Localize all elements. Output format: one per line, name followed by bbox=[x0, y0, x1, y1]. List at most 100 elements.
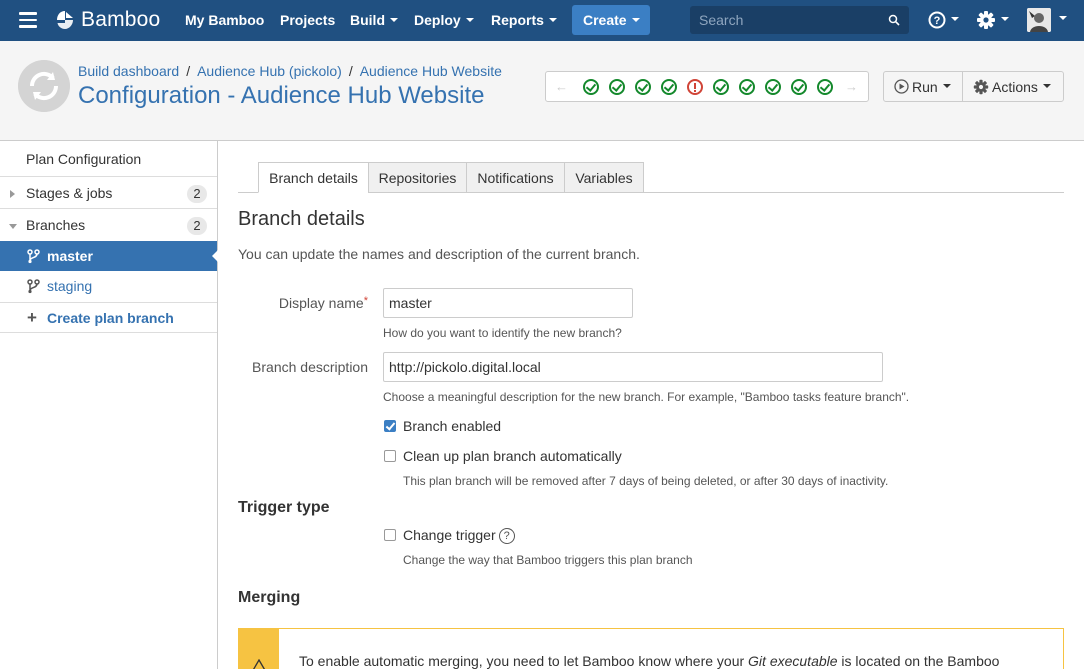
display-name-label: Display name* bbox=[279, 295, 368, 311]
build-success-icon[interactable] bbox=[713, 79, 729, 95]
warning-text-part: is located on the Bamboo bbox=[837, 653, 1000, 669]
branch-enabled-label[interactable]: Branch enabled bbox=[403, 418, 501, 434]
gear-icon bbox=[977, 11, 995, 29]
tab-label: Branch details bbox=[269, 170, 358, 186]
branch-description-field[interactable] bbox=[383, 352, 883, 382]
create-label: Create bbox=[583, 12, 627, 28]
search-icon[interactable] bbox=[888, 14, 900, 26]
chevron-down-icon bbox=[548, 18, 557, 23]
breadcrumb: Build dashboard / Audience Hub (pickolo) / A… bbox=[78, 63, 502, 79]
chevron-down-icon bbox=[1001, 17, 1009, 21]
nav-label: Deploy bbox=[414, 12, 461, 28]
field-label-text: Display name bbox=[278, 295, 364, 311]
page-title: Configuration - Audience Hub Website bbox=[78, 82, 485, 109]
change-trigger-hint: Change the way that Bamboo triggers this… bbox=[403, 553, 693, 567]
cleanup-label[interactable]: Clean up plan branch automatically bbox=[403, 448, 622, 464]
nav-reports[interactable]: Reports bbox=[491, 12, 557, 28]
build-success-icon[interactable] bbox=[817, 79, 833, 95]
count-badge: 2 bbox=[187, 217, 207, 235]
sidebar-item-label: Plan Configuration bbox=[26, 151, 142, 167]
sidebar-branch-master[interactable]: master bbox=[0, 241, 218, 271]
search-input[interactable] bbox=[690, 6, 909, 34]
previous-build-arrow-icon[interactable]: ← bbox=[555, 79, 568, 94]
create-plan-branch-link[interactable]: + Create plan branch bbox=[0, 302, 217, 333]
chevron-down-icon bbox=[465, 18, 474, 23]
page-header: Build dashboard / Audience Hub (pickolo) / A… bbox=[0, 41, 1084, 141]
breadcrumb-plan[interactable]: Audience Hub Website bbox=[360, 63, 502, 79]
plus-icon: + bbox=[27, 308, 37, 327]
nav-label: My Bamboo bbox=[185, 12, 265, 28]
run-button[interactable]: Run bbox=[883, 71, 963, 102]
warning-icon bbox=[252, 659, 266, 669]
actions-button[interactable]: Actions bbox=[962, 71, 1064, 102]
branch-enabled-checkbox[interactable] bbox=[384, 420, 396, 432]
settings-menu[interactable] bbox=[976, 10, 1009, 30]
breadcrumb-build-dashboard[interactable]: Build dashboard bbox=[78, 63, 179, 79]
chevron-down-icon bbox=[1042, 83, 1051, 88]
nav-deploy[interactable]: Deploy bbox=[414, 12, 474, 28]
create-button[interactable]: Create bbox=[572, 5, 650, 35]
chevron-down-icon bbox=[942, 83, 951, 88]
nav-label: Reports bbox=[491, 12, 544, 28]
tab-label: Repositories bbox=[378, 170, 457, 186]
build-failed-icon[interactable] bbox=[687, 79, 703, 95]
top-navigation: Bamboo My Bamboo Projects Build Deploy R… bbox=[0, 0, 1084, 41]
build-success-icon[interactable] bbox=[791, 79, 807, 95]
change-trigger-label[interactable]: Change trigger bbox=[403, 527, 496, 543]
tab-label: Variables bbox=[575, 170, 633, 186]
tab-branch-details[interactable]: Branch details bbox=[258, 162, 369, 193]
sidebar-item-branches[interactable]: Branches 2 bbox=[0, 209, 217, 242]
nav-projects[interactable]: Projects bbox=[280, 12, 335, 28]
tab-label: Notifications bbox=[477, 170, 554, 186]
nav-build[interactable]: Build bbox=[350, 12, 398, 28]
avatar[interactable] bbox=[1027, 8, 1051, 32]
user-avatar-icon bbox=[1027, 8, 1051, 32]
help-icon: ? bbox=[928, 11, 946, 29]
build-success-icon[interactable] bbox=[583, 79, 599, 95]
next-build-arrow-icon[interactable]: → bbox=[845, 79, 858, 94]
expand-arrow-icon[interactable] bbox=[10, 190, 15, 198]
nav-my-bamboo[interactable]: My Bamboo bbox=[185, 12, 264, 28]
branch-icon bbox=[27, 249, 40, 264]
build-success-icon[interactable] bbox=[609, 79, 625, 95]
help-icon[interactable]: ? bbox=[498, 528, 515, 545]
collapse-arrow-icon[interactable] bbox=[9, 224, 17, 229]
bamboo-logo[interactable]: Bamboo bbox=[54, 8, 160, 32]
bamboo-logo-icon bbox=[57, 11, 73, 29]
tab-notifications[interactable]: Notifications bbox=[466, 162, 565, 193]
merging-title: Merging bbox=[238, 589, 301, 606]
count-badge: 2 bbox=[187, 185, 207, 203]
chevron-down-icon bbox=[951, 17, 959, 21]
build-success-icon[interactable] bbox=[661, 79, 677, 95]
sidebar-item-label: Stages & jobs bbox=[26, 185, 113, 201]
breadcrumb-project[interactable]: Audience Hub (pickolo) bbox=[197, 63, 342, 79]
sidebar-item-plan-configuration[interactable]: Plan Configuration bbox=[0, 143, 217, 176]
warning-bar bbox=[239, 629, 279, 669]
build-success-icon[interactable] bbox=[765, 79, 781, 95]
breadcrumb-separator: / bbox=[348, 63, 353, 79]
cleanup-checkbox[interactable] bbox=[384, 450, 396, 462]
plan-avatar-icon bbox=[18, 60, 70, 112]
help-menu[interactable]: ? bbox=[928, 11, 959, 29]
tab-repositories[interactable]: Repositories bbox=[368, 162, 467, 193]
sidebar-item-stages-jobs[interactable]: Stages & jobs 2 bbox=[0, 176, 217, 209]
svg-text:?: ? bbox=[934, 15, 941, 27]
build-success-icon[interactable] bbox=[739, 79, 755, 95]
menu-icon[interactable] bbox=[19, 12, 37, 28]
gear-icon bbox=[973, 79, 989, 94]
display-name-field[interactable] bbox=[383, 288, 633, 318]
tab-variables[interactable]: Variables bbox=[564, 162, 644, 193]
play-icon bbox=[894, 79, 909, 94]
chevron-down-icon[interactable] bbox=[1059, 16, 1067, 20]
warning-text-part: To enable automatic merging, you need to… bbox=[299, 653, 749, 669]
change-trigger-checkbox[interactable] bbox=[384, 529, 396, 541]
branch-icon bbox=[27, 279, 40, 294]
change-trigger-row: Change trigger? bbox=[403, 527, 515, 545]
sidebar-branch-staging[interactable]: staging bbox=[0, 271, 217, 301]
display-name-hint: How do you want to identify the new bran… bbox=[383, 326, 622, 340]
sidebar: Plan Configuration Stages & jobs 2 Branc… bbox=[0, 141, 218, 669]
build-success-icon[interactable] bbox=[635, 79, 651, 95]
nav-label: Projects bbox=[280, 12, 336, 28]
cleanup-hint: This plan branch will be removed after 7… bbox=[403, 474, 889, 488]
warning-text-emphasis: Git executable bbox=[748, 653, 838, 669]
